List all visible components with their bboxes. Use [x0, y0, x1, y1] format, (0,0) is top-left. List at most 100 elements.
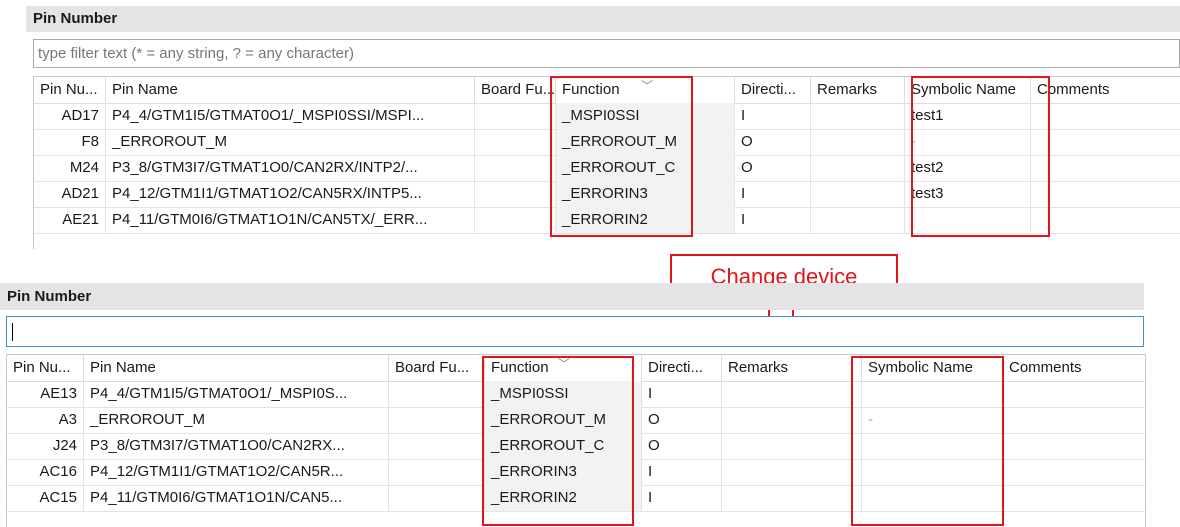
- column-header-board-function[interactable]: Board Fu...: [475, 77, 556, 103]
- cell-symbolic-name[interactable]: [862, 485, 1003, 511]
- cell-direction[interactable]: I: [642, 485, 722, 511]
- cell-symbolic-name[interactable]: test3: [905, 181, 1031, 207]
- cell-board-function[interactable]: [475, 181, 556, 207]
- column-header-function[interactable]: Function ﹀: [556, 77, 735, 103]
- cell-direction[interactable]: O: [642, 433, 722, 459]
- cell-pin-number[interactable]: AC15: [7, 485, 84, 511]
- cell-pin-number[interactable]: M24: [34, 155, 106, 181]
- cell-function[interactable]: _ERRORIN3: [485, 459, 642, 485]
- cell-function[interactable]: _MSPI0SSI: [485, 381, 642, 407]
- column-header-pin-number[interactable]: Pin Nu...: [34, 77, 106, 103]
- cell-pin-name[interactable]: P4_12/GTM1I1/GTMAT1O2/CAN5R...: [84, 459, 389, 485]
- cell-function[interactable]: _ERRORIN2: [556, 207, 735, 233]
- cell-board-function[interactable]: [389, 485, 485, 511]
- cell-pin-name[interactable]: P4_11/GTM0I6/GTMAT1O1N/CAN5...: [84, 485, 389, 511]
- table-row[interactable]: J24 P3_8/GTM3I7/GTMAT1O0/CAN2RX... _ERRORO…: [7, 433, 1145, 460]
- cell-direction[interactable]: O: [735, 155, 811, 181]
- cell-function[interactable]: _ERRORIN3: [556, 181, 735, 207]
- table-row[interactable]: AD21 P4_12/GTM1I1/GTMAT1O2/CAN5RX/INTP5..…: [34, 181, 1180, 208]
- column-header-remarks[interactable]: Remarks: [811, 77, 905, 103]
- filter-input[interactable]: [6, 316, 1144, 347]
- cell-direction[interactable]: I: [642, 381, 722, 407]
- table-row[interactable]: AC15 P4_11/GTM0I6/GTMAT1O1N/CAN5... _ERROR…: [7, 485, 1145, 512]
- cell-direction[interactable]: I: [642, 459, 722, 485]
- cell-symbolic-name[interactable]: test2: [905, 155, 1031, 181]
- cell-comments[interactable]: [1003, 407, 1145, 433]
- cell-remarks[interactable]: [811, 129, 905, 155]
- column-header-remarks[interactable]: Remarks: [722, 355, 862, 381]
- cell-direction[interactable]: I: [735, 103, 811, 129]
- cell-board-function[interactable]: [475, 103, 556, 129]
- cell-pin-name[interactable]: P3_8/GTM3I7/GTMAT1O0/CAN2RX...: [84, 433, 389, 459]
- cell-symbolic-name[interactable]: [862, 459, 1003, 485]
- cell-comments[interactable]: [1031, 103, 1180, 129]
- cell-pin-number[interactable]: A3: [7, 407, 84, 433]
- cell-pin-name[interactable]: P4_4/GTM1I5/GTMAT0O1/_MSPI0S...: [84, 381, 389, 407]
- cell-direction[interactable]: O: [642, 407, 722, 433]
- table-row[interactable]: F8 _ERROROUT_M _ERROROUT_M O -: [34, 129, 1180, 156]
- column-header-comments[interactable]: Comments: [1003, 355, 1145, 381]
- column-header-pin-name[interactable]: Pin Name: [106, 77, 475, 103]
- cell-function[interactable]: _ERROROUT_M: [556, 129, 735, 155]
- cell-pin-number[interactable]: J24: [7, 433, 84, 459]
- cell-board-function[interactable]: [389, 381, 485, 407]
- column-header-board-function[interactable]: Board Fu...: [389, 355, 485, 381]
- cell-pin-number[interactable]: F8: [34, 129, 106, 155]
- cell-direction[interactable]: O: [735, 129, 811, 155]
- cell-pin-number[interactable]: AD17: [34, 103, 106, 129]
- cell-pin-name[interactable]: _ERROROUT_M: [84, 407, 389, 433]
- table-row[interactable]: A3 _ERROROUT_M _ERROROUT_M O -: [7, 407, 1145, 434]
- cell-function[interactable]: _ERROROUT_C: [485, 433, 642, 459]
- cell-comments[interactable]: [1003, 433, 1145, 459]
- cell-symbolic-name[interactable]: -: [905, 129, 1031, 155]
- cell-comments[interactable]: [1031, 129, 1180, 155]
- cell-board-function[interactable]: [389, 459, 485, 485]
- column-header-direction[interactable]: Directi...: [642, 355, 722, 381]
- cell-pin-name[interactable]: P3_8/GTM3I7/GTMAT1O0/CAN2RX/INTP2/...: [106, 155, 475, 181]
- cell-remarks[interactable]: [811, 155, 905, 181]
- cell-pin-name[interactable]: _ERROROUT_M: [106, 129, 475, 155]
- table-row[interactable]: M24 P3_8/GTM3I7/GTMAT1O0/CAN2RX/INTP2/...…: [34, 155, 1180, 182]
- cell-function[interactable]: _MSPI0SSI: [556, 103, 735, 129]
- cell-comments[interactable]: [1031, 155, 1180, 181]
- cell-pin-number[interactable]: AE13: [7, 381, 84, 407]
- table-row[interactable]: AE13 P4_4/GTM1I5/GTMAT0O1/_MSPI0S... _MSPI…: [7, 381, 1145, 408]
- cell-remarks[interactable]: [811, 181, 905, 207]
- cell-symbolic-name[interactable]: [862, 433, 1003, 459]
- table-row[interactable]: AD17 P4_4/GTM1I5/GTMAT0O1/_MSPI0SSI/MSPI.…: [34, 103, 1180, 130]
- cell-board-function[interactable]: [475, 129, 556, 155]
- cell-pin-name[interactable]: P4_4/GTM1I5/GTMAT0O1/_MSPI0SSI/MSPI...: [106, 103, 475, 129]
- cell-pin-number[interactable]: AD21: [34, 181, 106, 207]
- cell-remarks[interactable]: [722, 485, 862, 511]
- column-header-pin-number[interactable]: Pin Nu...: [7, 355, 84, 381]
- cell-comments[interactable]: [1031, 207, 1180, 233]
- cell-comments[interactable]: [1003, 485, 1145, 511]
- cell-board-function[interactable]: [389, 433, 485, 459]
- cell-function[interactable]: _ERROROUT_C: [556, 155, 735, 181]
- cell-board-function[interactable]: [389, 407, 485, 433]
- cell-pin-number[interactable]: AC16: [7, 459, 84, 485]
- cell-board-function[interactable]: [475, 207, 556, 233]
- cell-function[interactable]: _ERRORIN2: [485, 485, 642, 511]
- filter-input[interactable]: type filter text (* = any string, ? = an…: [33, 39, 1180, 68]
- cell-remarks[interactable]: [722, 381, 862, 407]
- cell-symbolic-name[interactable]: test1: [905, 103, 1031, 129]
- cell-remarks[interactable]: [722, 459, 862, 485]
- cell-symbolic-name[interactable]: [862, 381, 1003, 407]
- cell-board-function[interactable]: [475, 155, 556, 181]
- cell-remarks[interactable]: [722, 407, 862, 433]
- cell-comments[interactable]: [1003, 381, 1145, 407]
- cell-direction[interactable]: I: [735, 181, 811, 207]
- cell-remarks[interactable]: [811, 103, 905, 129]
- cell-comments[interactable]: [1003, 459, 1145, 485]
- column-header-symbolic-name[interactable]: Symbolic Name: [862, 355, 1003, 381]
- cell-pin-name[interactable]: P4_12/GTM1I1/GTMAT1O2/CAN5RX/INTP5...: [106, 181, 475, 207]
- table-row[interactable]: AE21 P4_11/GTM0I6/GTMAT1O1N/CAN5TX/_ERR..…: [34, 207, 1180, 234]
- column-header-function[interactable]: Function ﹀: [485, 355, 642, 381]
- cell-direction[interactable]: I: [735, 207, 811, 233]
- table-row[interactable]: AC16 P4_12/GTM1I1/GTMAT1O2/CAN5R... _ERROR…: [7, 459, 1145, 486]
- column-header-comments[interactable]: Comments: [1031, 77, 1180, 103]
- cell-comments[interactable]: [1031, 181, 1180, 207]
- cell-function[interactable]: _ERROROUT_M: [485, 407, 642, 433]
- column-header-symbolic-name[interactable]: Symbolic Name: [905, 77, 1031, 103]
